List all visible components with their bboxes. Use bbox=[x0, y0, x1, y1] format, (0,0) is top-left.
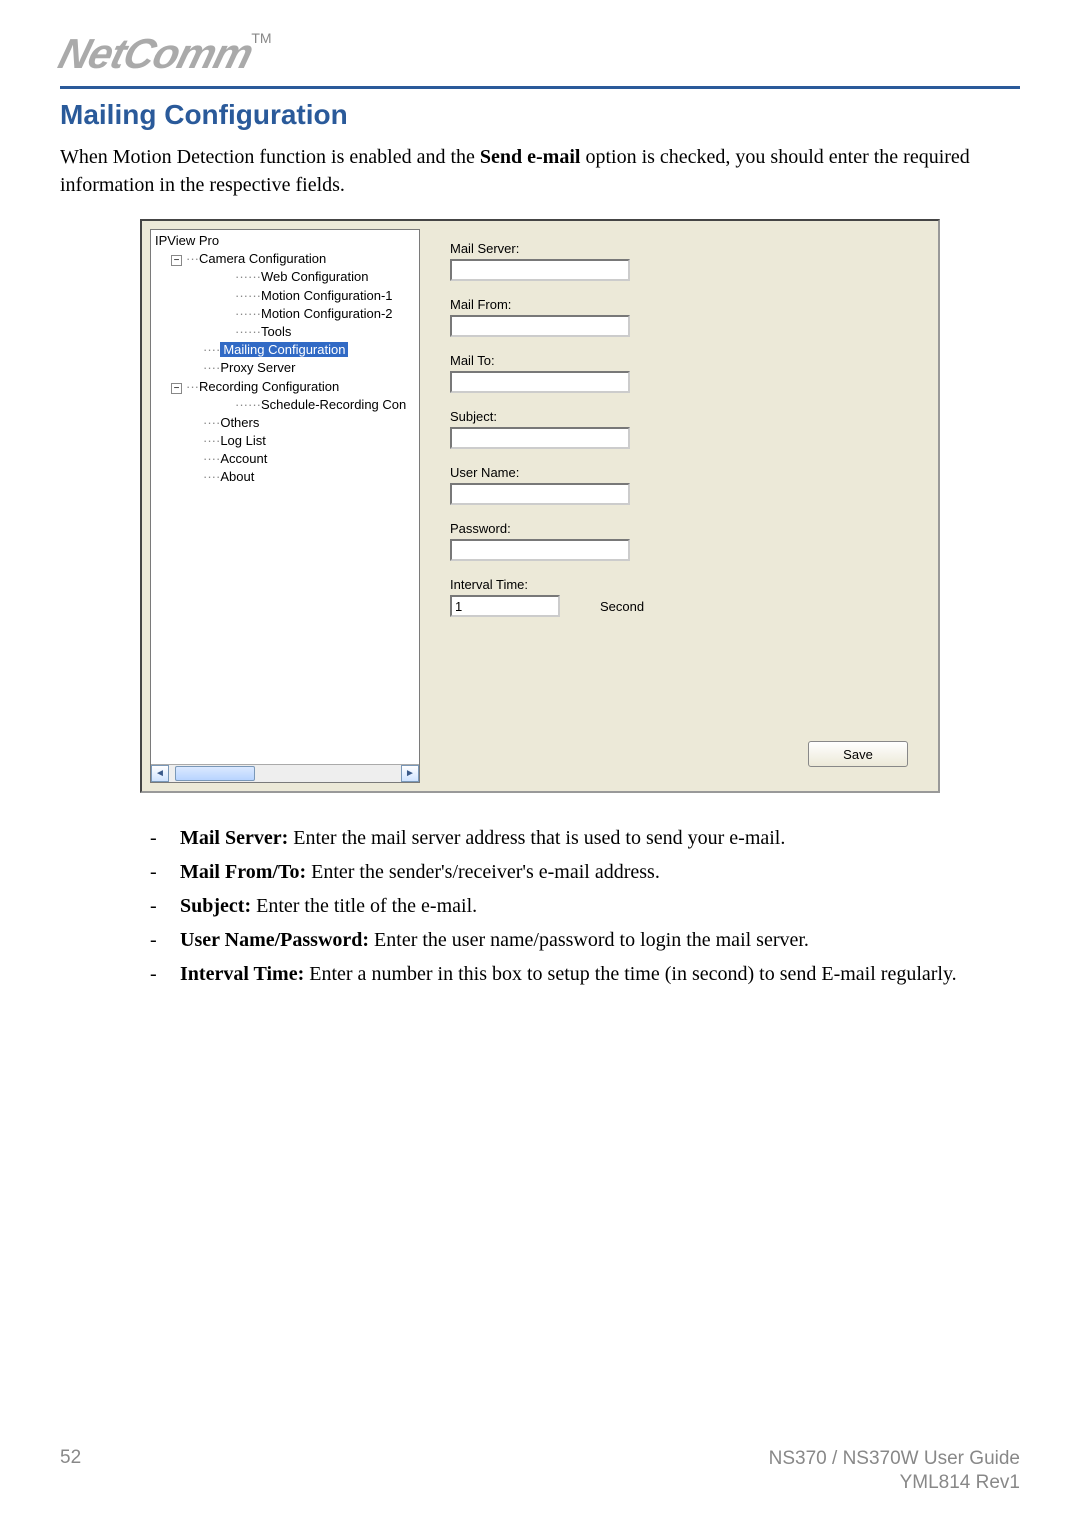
horizontal-scrollbar[interactable]: ◄ ► bbox=[151, 764, 419, 782]
logo-area: NetCommTM bbox=[60, 30, 1020, 78]
intro-prefix: When Motion Detection function is enable… bbox=[60, 146, 480, 168]
nav-tree: IPView Pro −···Camera Configuration ····… bbox=[151, 230, 419, 489]
tree-web-config[interactable]: ······Web Configuration bbox=[153, 268, 417, 286]
intro-bold: Send e-mail bbox=[480, 146, 581, 168]
tree-about[interactable]: ····About bbox=[153, 468, 417, 486]
tree-camera-config[interactable]: −···Camera Configuration bbox=[153, 250, 417, 268]
subject-label: Subject: bbox=[450, 409, 908, 424]
mail-from-label: Mail From: bbox=[450, 297, 908, 312]
tree-proxy[interactable]: ····Proxy Server bbox=[153, 359, 417, 377]
scroll-track[interactable] bbox=[169, 765, 401, 782]
scroll-thumb[interactable] bbox=[175, 766, 255, 781]
description-list: -Mail Server: Enter the mail server addr… bbox=[150, 823, 990, 989]
page-number: 52 bbox=[60, 1447, 81, 1496]
brand-logo: NetComm bbox=[54, 30, 258, 78]
tree-pane: IPView Pro −···Camera Configuration ····… bbox=[150, 229, 420, 783]
tree-loglist[interactable]: ····Log List bbox=[153, 432, 417, 450]
mail-server-input[interactable] bbox=[450, 259, 630, 281]
tree-tools[interactable]: ······Tools bbox=[153, 323, 417, 341]
form-pane: Mail Server: Mail From: Mail To: Subject… bbox=[420, 221, 938, 791]
app-window: IPView Pro −···Camera Configuration ····… bbox=[140, 219, 940, 793]
tree-recording-config[interactable]: −···Recording Configuration bbox=[153, 378, 417, 396]
collapse-icon[interactable]: − bbox=[171, 383, 182, 394]
tree-selected: Mailing Configuration bbox=[220, 342, 348, 357]
interval-label: Interval Time: bbox=[450, 577, 908, 592]
mail-from-input[interactable] bbox=[450, 315, 630, 337]
tree-mailing-config[interactable]: ····Mailing Configuration bbox=[153, 341, 417, 359]
list-item: -Interval Time: Enter a number in this b… bbox=[150, 959, 990, 989]
page-footer: 52 NS370 / NS370W User Guide YML814 Rev1 bbox=[60, 1447, 1020, 1496]
tree-account[interactable]: ····Account bbox=[153, 450, 417, 468]
interval-input[interactable] bbox=[450, 595, 560, 617]
username-label: User Name: bbox=[450, 465, 908, 480]
tree-motion-1[interactable]: ······Motion Configuration-1 bbox=[153, 287, 417, 305]
list-item: -User Name/Password: Enter the user name… bbox=[150, 925, 990, 955]
subject-input[interactable] bbox=[450, 427, 630, 449]
password-label: Password: bbox=[450, 521, 908, 536]
tree-motion-2[interactable]: ······Motion Configuration-2 bbox=[153, 305, 417, 323]
footer-rev: YML814 Rev1 bbox=[769, 1471, 1020, 1496]
list-item: -Subject: Enter the title of the e-mail. bbox=[150, 891, 990, 921]
section-heading: Mailing Configuration bbox=[60, 99, 1020, 131]
password-input[interactable] bbox=[450, 539, 630, 561]
list-item: -Mail Server: Enter the mail server addr… bbox=[150, 823, 990, 853]
tree-others[interactable]: ····Others bbox=[153, 414, 417, 432]
tree-root[interactable]: IPView Pro bbox=[153, 232, 417, 250]
tree-schedule[interactable]: ······Schedule-Recording Con bbox=[153, 396, 417, 414]
username-input[interactable] bbox=[450, 483, 630, 505]
list-item: -Mail From/To: Enter the sender's/receiv… bbox=[150, 857, 990, 887]
mail-to-input[interactable] bbox=[450, 371, 630, 393]
footer-guide: NS370 / NS370W User Guide bbox=[769, 1447, 1020, 1472]
intro-paragraph: When Motion Detection function is enable… bbox=[60, 143, 1020, 199]
interval-unit: Second bbox=[600, 599, 644, 614]
save-button[interactable]: Save bbox=[808, 741, 908, 767]
divider bbox=[60, 86, 1020, 89]
mail-to-label: Mail To: bbox=[450, 353, 908, 368]
collapse-icon[interactable]: − bbox=[171, 255, 182, 266]
scroll-left-button[interactable]: ◄ bbox=[151, 765, 169, 782]
mail-server-label: Mail Server: bbox=[450, 241, 908, 256]
scroll-right-button[interactable]: ► bbox=[401, 765, 419, 782]
